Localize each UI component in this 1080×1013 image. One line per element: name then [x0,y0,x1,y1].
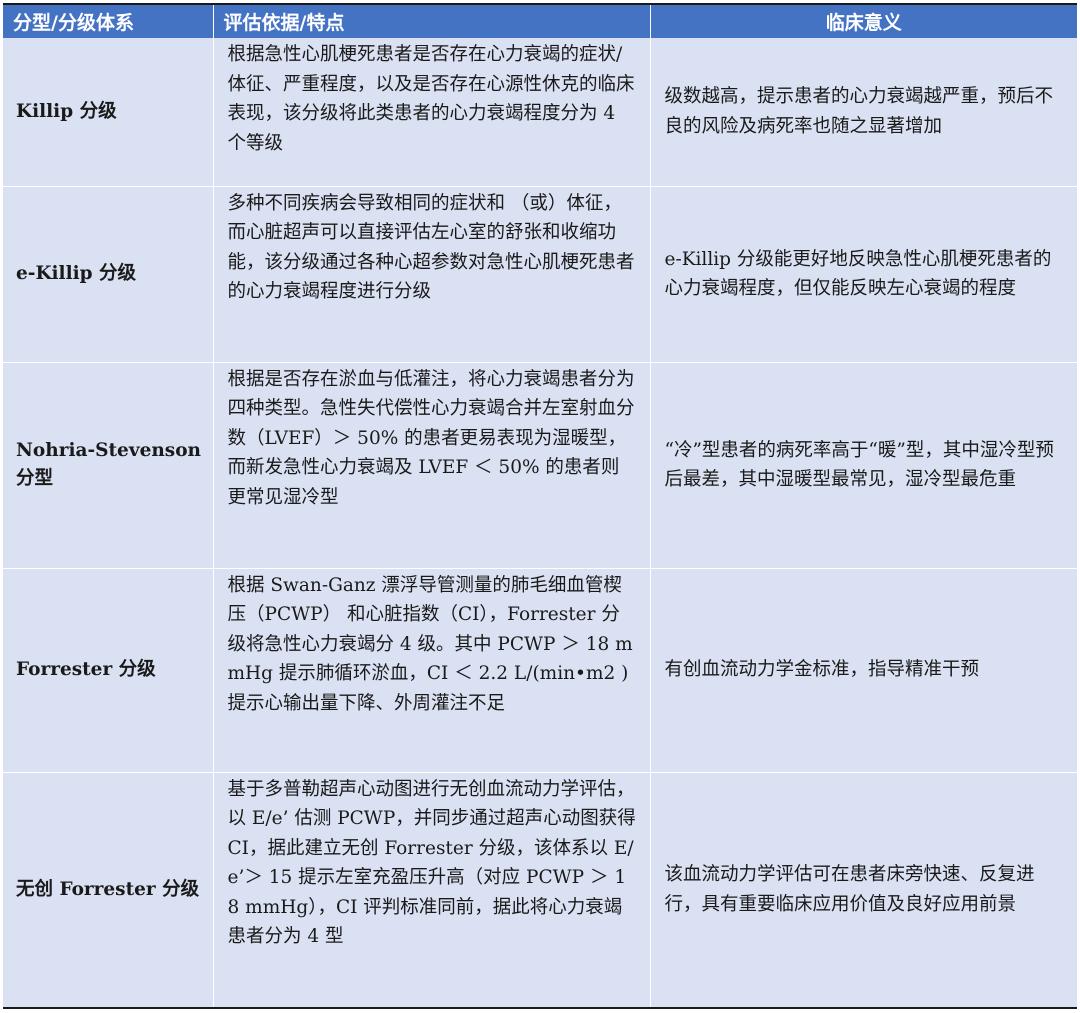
row-basis: 基于多普勒超声心动图进行无创血流动力学评估，以 E/e’ 估测 PCWP，并同步… [213,772,651,1009]
row-significance: 有创血流动力学金标准，指导精准干预 [650,568,1077,773]
classification-table-container: 分型/分级体系 评估依据/特点 临床意义 Killip 分级 根据急性心肌梗死患… [3,3,1077,1009]
row-basis: 根据急性心肌梗死患者是否存在心力衰竭的症状/体征、严重程度，以及是否存在心源性休… [213,38,651,187]
header-significance: 临床意义 [650,3,1077,38]
row-significance: “冷”型患者的病死率高于“暖”型，其中湿冷型预后最差，其中湿暖型最常见，湿冷型最… [650,362,1077,569]
header-basis: 评估依据/特点 [213,3,651,38]
header-system: 分型/分级体系 [3,3,214,38]
row-system-name: 无创 Forrester 分级 [3,772,214,1009]
row-system-name: Nohria-Stevenson 分型 [3,362,214,569]
table-header-row: 分型/分级体系 评估依据/特点 临床意义 [3,3,1077,38]
table-row: Killip 分级 根据急性心肌梗死患者是否存在心力衰竭的症状/体征、严重程度，… [3,38,1077,187]
table-row: Forrester 分级 根据 Swan-Ganz 漂浮导管测量的肺毛细血管楔压… [3,568,1077,773]
row-basis: 多种不同疾病会导致相同的症状和 （或）体征，而心脏超声可以直接评估左心室的舒张和… [213,186,651,363]
row-basis: 根据 Swan-Ganz 漂浮导管测量的肺毛细血管楔压（PCWP） 和心脏指数（… [213,568,651,773]
row-significance: 级数越高，提示患者的心力衰竭越严重，预后不良的风险及病死率也随之显著增加 [650,38,1077,187]
row-significance: e-Killip 分级能更好地反映急性心肌梗死患者的心力衰竭程度，但仅能反映左心… [650,186,1077,363]
table-row: e-Killip 分级 多种不同疾病会导致相同的症状和 （或）体征，而心脏超声可… [3,186,1077,363]
table-row: 无创 Forrester 分级 基于多普勒超声心动图进行无创血流动力学评估，以 … [3,772,1077,1009]
row-basis: 根据是否存在淤血与低灌注，将心力衰竭患者分为四种类型。急性失代偿性心力衰竭合并左… [213,362,651,569]
table-row: Nohria-Stevenson 分型 根据是否存在淤血与低灌注，将心力衰竭患者… [3,362,1077,569]
row-system-name: Forrester 分级 [3,568,214,773]
row-system-name: Killip 分级 [3,38,214,187]
row-system-name: e-Killip 分级 [3,186,214,363]
row-significance: 该血流动力学评估可在患者床旁快速、反复进行，具有重要临床应用价值及良好应用前景 [650,772,1077,1009]
classification-table: 分型/分级体系 评估依据/特点 临床意义 Killip 分级 根据急性心肌梗死患… [3,3,1077,1009]
